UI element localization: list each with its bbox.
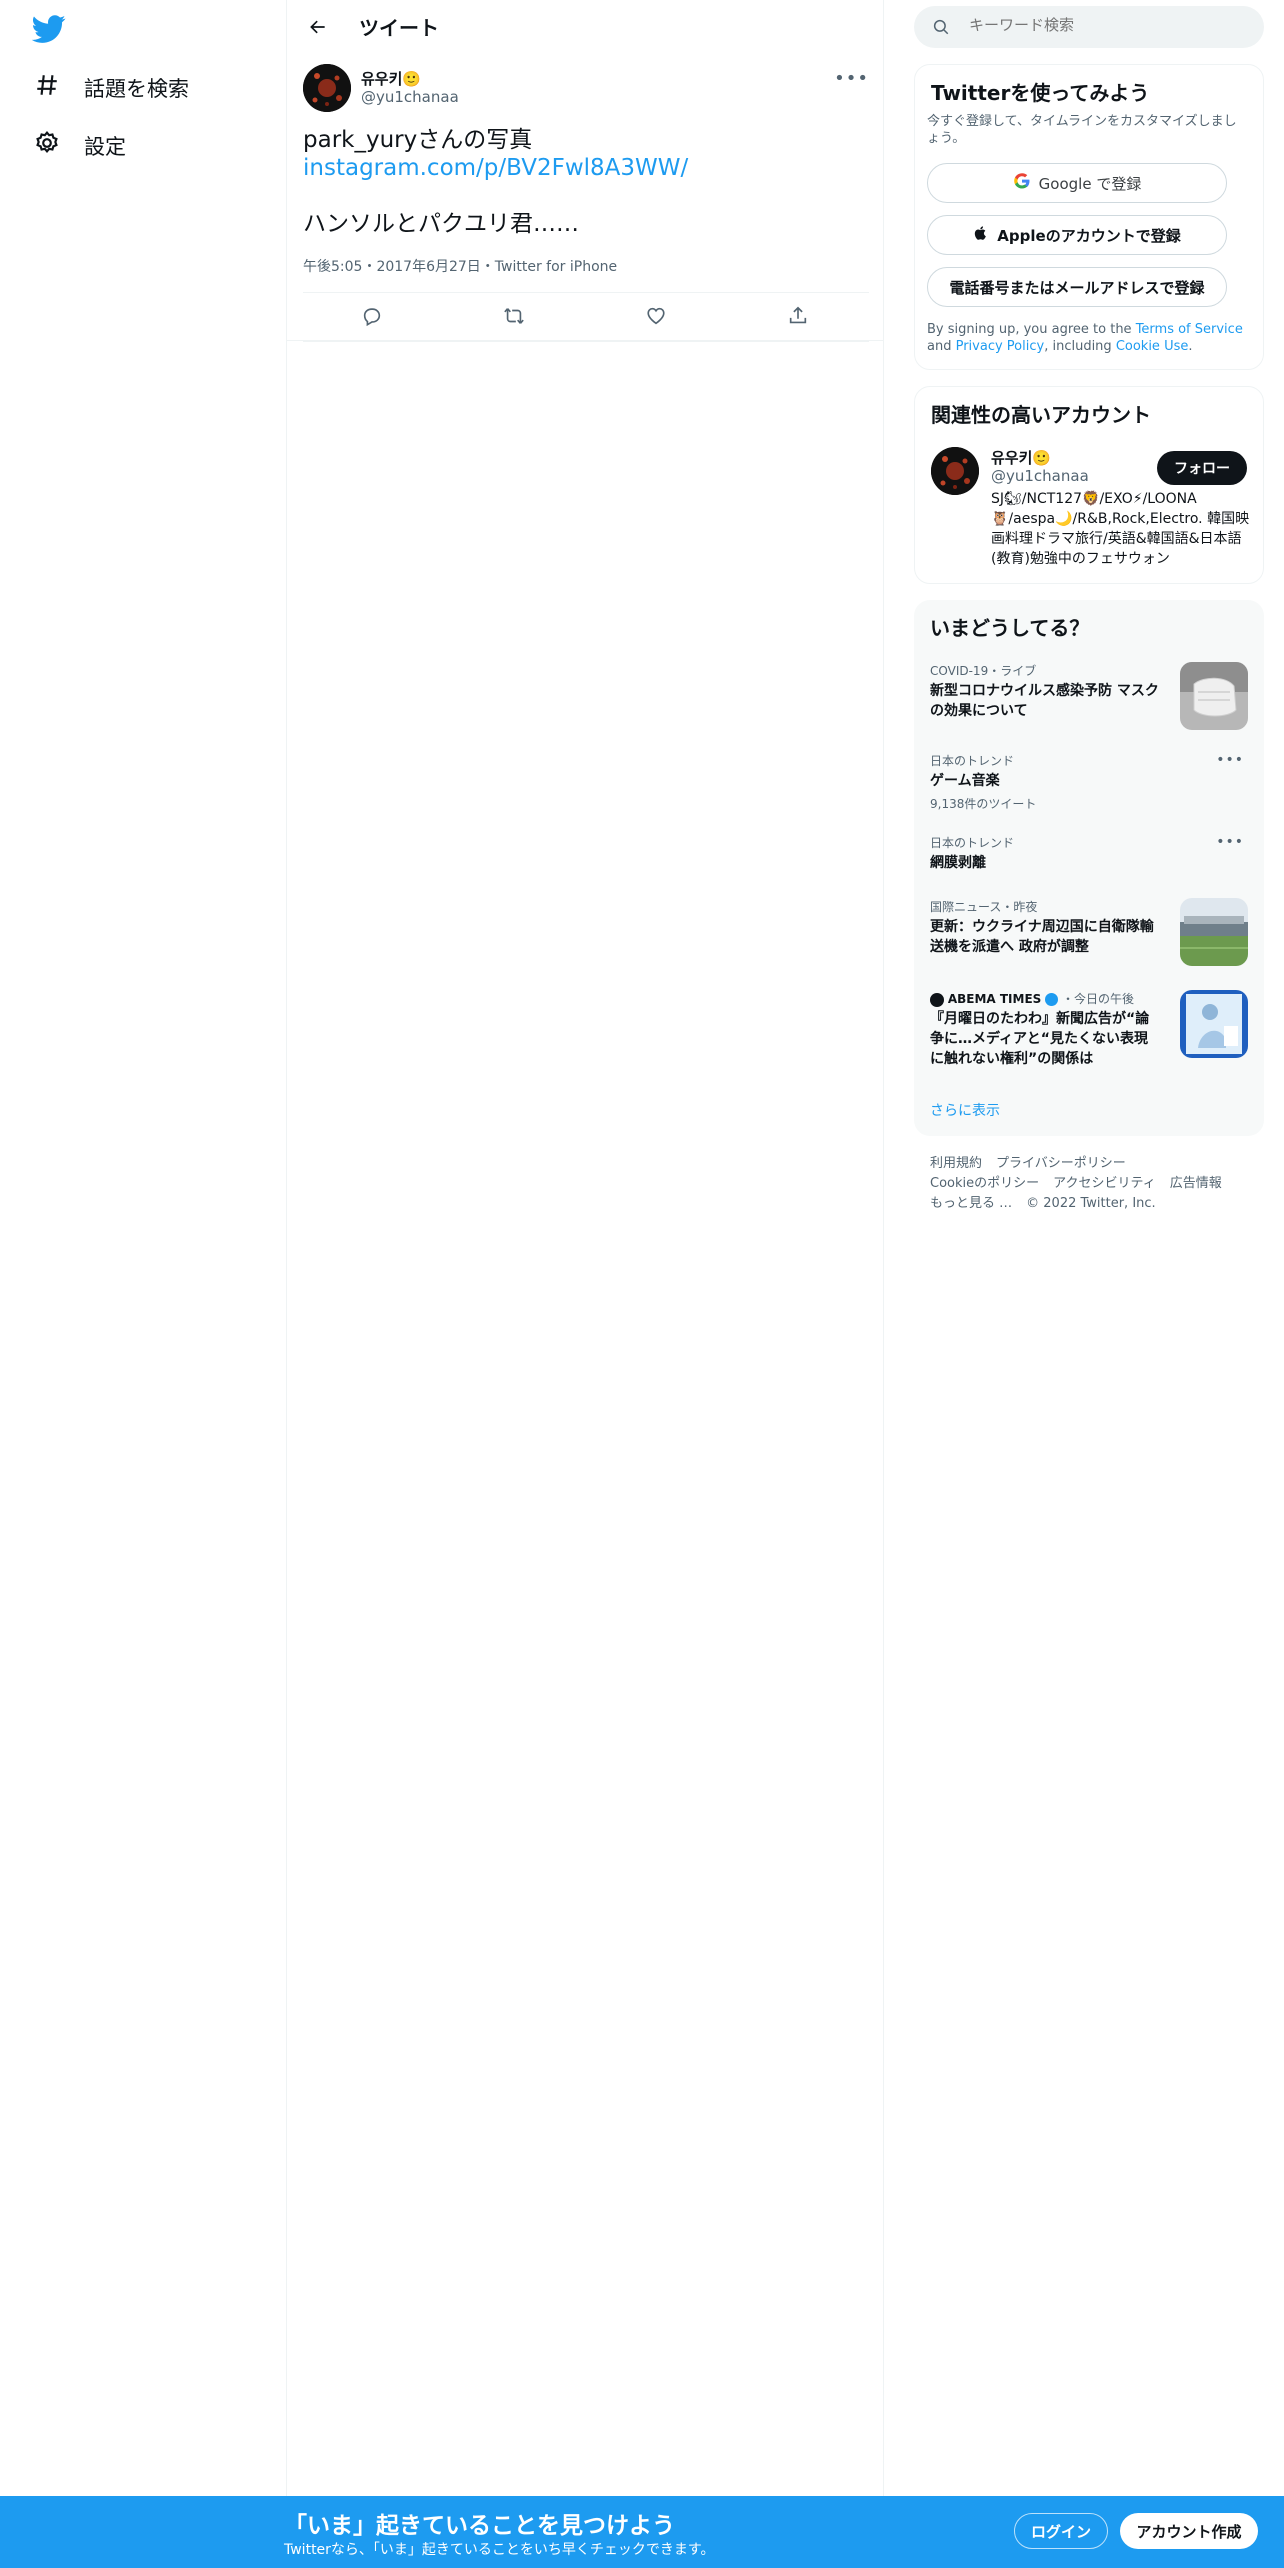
abema-logo-icon [930, 992, 944, 1007]
like-icon[interactable] [645, 305, 671, 331]
bottom-signup-banner: 「いま」起きていることを見つけよう Twitterなら、「いま」起きていることを… [0, 2496, 1284, 2568]
search-bar[interactable] [914, 6, 1264, 48]
phone-email-signup-button[interactable]: 電話番号またはメールアドレスで登録 [927, 267, 1227, 307]
footer-copyright: © 2022 Twitter, Inc. [1026, 1196, 1156, 1211]
terms-text: . [1188, 339, 1193, 354]
apple-signup-button[interactable]: Appleのアカウントで登録 [927, 215, 1227, 255]
footer-more-link[interactable]: もっと見る … [930, 1196, 1012, 1211]
search-input[interactable] [969, 16, 1229, 34]
privacy-link[interactable]: Privacy Policy [956, 339, 1045, 354]
google-signup-button[interactable]: Google で登録 [927, 163, 1227, 203]
trend-item[interactable]: COVID-19・ライブ 新型コロナウイルス感染予防 マスクの効果について [930, 662, 1248, 734]
trend-time: ・今日の午後 [1061, 992, 1134, 1006]
trend-item[interactable]: 日本のトレンド 網膜剥離 ••• [930, 834, 1248, 876]
terms-text: By signing up, you agree to the [927, 322, 1136, 337]
retweet-icon[interactable] [503, 305, 529, 331]
trend-thumbnail [1180, 990, 1248, 1058]
related-title: 関連性の高いアカウント [931, 403, 1151, 427]
tweet-link[interactable]: instagram.com/p/BV2Fwl8A3WW/ [303, 154, 863, 182]
terms-text: and [927, 339, 956, 354]
signup-card: Twitterを使ってみよう 今すぐ登録して、タイムラインをカスタマイズしましょ… [914, 64, 1264, 370]
reply-icon[interactable] [361, 305, 387, 331]
trend-count: 9,138件のツイート [930, 797, 1037, 811]
tweet-text-line: ハンソルとパクユリ君…… [303, 211, 579, 237]
trend-title: ゲーム音楽 [930, 773, 1000, 789]
cookie-link[interactable]: Cookie Use [1116, 339, 1189, 354]
author-handle[interactable]: @yu1chanaa [361, 88, 459, 106]
related-bio: SJ🐿/NCT127🦁/EXO⚡/LOONA🦉/aespa🌙/R&B,Rock,… [991, 491, 1250, 567]
twitter-logo-icon[interactable] [31, 12, 66, 46]
signup-terms: By signing up, you agree to the Terms of… [927, 321, 1247, 355]
trend-title: 新型コロナウイルス感染予防 マスクの効果について [930, 683, 1159, 719]
apple-signup-label: Appleのアカウントで登録 [997, 226, 1181, 245]
share-icon[interactable] [787, 305, 813, 331]
trends-card: いまどうしてる？ COVID-19・ライブ 新型コロナウイルス感染予防 マスクの… [914, 600, 1264, 1136]
terms-link[interactable]: Terms of Service [1136, 322, 1243, 337]
footer-privacy-link[interactable]: プライバシーポリシー [996, 1156, 1126, 1171]
trend-item[interactable]: 国際ニュース・昨夜 更新：ウクライナ周辺国に自衛隊輸送機を派遣へ 政府が調整 [930, 898, 1248, 970]
tweet-author: 유우키🙂 @yu1chanaa ••• [303, 64, 869, 114]
footer-links: 利用規約 プライバシーポリシー Cookieのポリシー アクセシビリティ 広告情報 も… [930, 1154, 1260, 1214]
signup-subtitle: 今すぐ登録して、タイムラインをカスタマイズしましょう。 [927, 114, 1237, 146]
author-avatar[interactable] [303, 64, 351, 112]
signup-title: Twitterを使ってみよう [931, 81, 1150, 105]
related-accounts-card: 関連性の高いアカウント 유우키🙂 @yu1chanaa フォロー SJ🐿/NCT… [914, 386, 1264, 584]
nav-explore-label: 話題を検索 [84, 76, 189, 101]
trend-meta: 日本のトレンド [930, 754, 1015, 768]
google-signup-label: Google で登録 [1038, 174, 1142, 193]
verified-badge-icon [1045, 993, 1059, 1006]
author-name[interactable]: 유우키🙂 [361, 68, 421, 89]
tweet-actions [303, 292, 869, 342]
tweet-text-line: park_yuryさんの写真 [303, 127, 533, 153]
create-account-button[interactable]: アカウント作成 [1120, 2513, 1258, 2549]
page-header: ツイート [287, 0, 883, 54]
more-options-icon[interactable]: ••• [834, 68, 869, 89]
trend-meta: 日本のトレンド [930, 836, 1015, 850]
tweet-text: park_yuryさんの写真 instagram.com/p/BV2Fwl8A3… [303, 126, 863, 238]
nav-explore[interactable]: 話題を検索 [34, 72, 189, 103]
trend-item[interactable]: ABEMA TIMES ・今日の午後 『月曜日のたわわ』新聞広告が“論争に…メデ… [930, 990, 1248, 1080]
divider [287, 340, 883, 341]
footer-cookie-link[interactable]: Cookieのポリシー [930, 1176, 1039, 1191]
more-options-icon[interactable]: ••• [1216, 752, 1244, 768]
main-column: ツイート 유우키🙂 @yu1chanaa ••• park_yuryさんの写真 … [286, 0, 884, 2496]
trend-source: ABEMA TIMES [947, 992, 1042, 1006]
banner-subtitle: Twitterなら、「いま」起きていることをいち早くチェックできます。 [284, 2542, 715, 2558]
trend-item[interactable]: 日本のトレンド ゲーム音楽 9,138件のツイート ••• [930, 752, 1248, 816]
back-arrow-icon[interactable] [301, 10, 335, 44]
more-options-icon[interactable]: ••• [1216, 834, 1244, 850]
phone-signup-label: 電話番号またはメールアドレスで登録 [949, 278, 1205, 297]
trend-title: 『月曜日のたわわ』新聞広告が“論争に…メディアと“見たくない表現に触れない権利”… [930, 1011, 1150, 1067]
related-handle[interactable]: @yu1chanaa [991, 467, 1089, 485]
page-title: ツイート [359, 16, 439, 40]
terms-text: , including [1044, 339, 1116, 354]
google-icon [1013, 172, 1031, 194]
footer-ads-link[interactable]: 広告情報 [1170, 1176, 1222, 1191]
apple-icon [973, 225, 989, 245]
follow-button[interactable]: フォロー [1157, 451, 1247, 485]
trends-title: いまどうしてる？ [930, 616, 1090, 640]
gear-icon [34, 130, 60, 161]
related-name[interactable]: 유우키🙂 [991, 447, 1051, 468]
related-avatar[interactable] [931, 447, 979, 495]
nav-settings[interactable]: 設定 [34, 130, 126, 161]
show-more-link[interactable]: さらに表示 [930, 1100, 1000, 1120]
banner-title: 「いま」起きていることを見つけよう [284, 2513, 675, 2539]
trend-thumbnail [1180, 898, 1248, 966]
hashtag-icon [34, 72, 60, 103]
login-button[interactable]: ログイン [1014, 2513, 1108, 2549]
left-nav: 話題を検索 設定 [0, 0, 286, 2568]
footer-terms-link[interactable]: 利用規約 [930, 1156, 982, 1171]
trend-thumbnail [1180, 662, 1248, 730]
nav-settings-label: 設定 [84, 134, 126, 159]
footer-accessibility-link[interactable]: アクセシビリティ [1053, 1176, 1156, 1191]
trend-title: 網膜剥離 [930, 855, 986, 871]
trend-title: 更新：ウクライナ周辺国に自衛隊輸送機を派遣へ 政府が調整 [930, 919, 1154, 955]
tweet-timestamp[interactable]: 午後5:05・2017年6月27日・Twitter for iPhone [303, 256, 617, 276]
